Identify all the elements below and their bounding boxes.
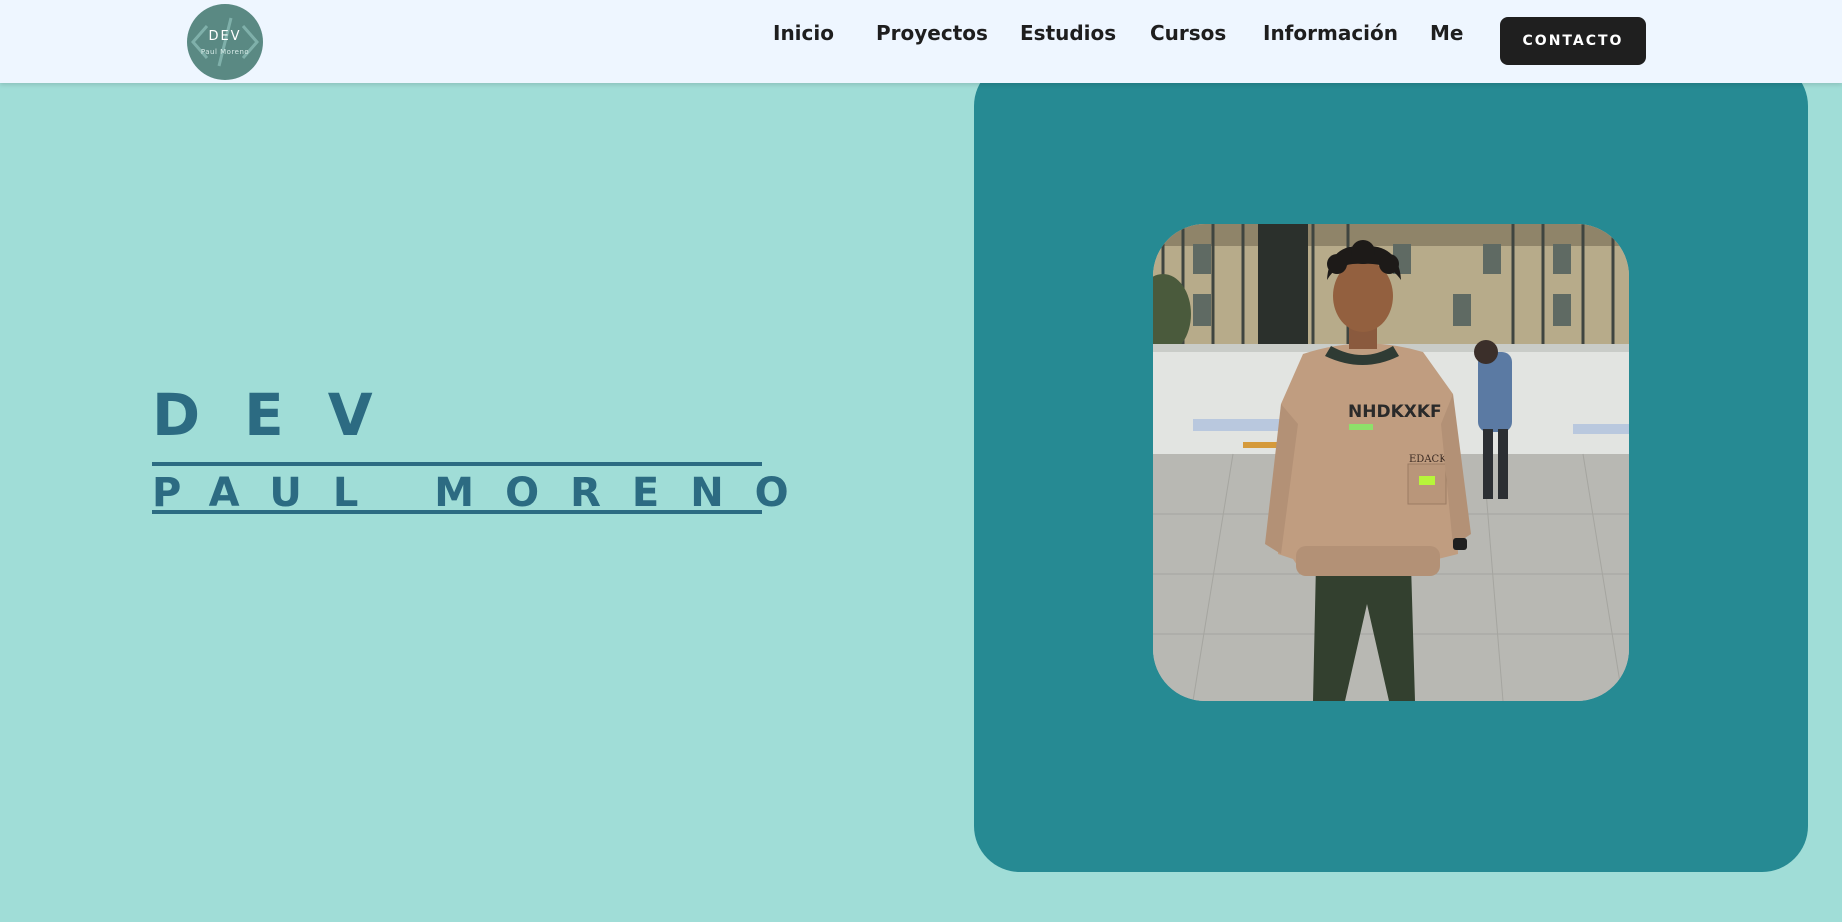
hero-name-underline <box>152 510 762 514</box>
navbar: DEV Paul Moreno Inicio Proyectos Estudio… <box>0 0 1842 83</box>
profile-photo: NHDKXKF EDACKE <box>1153 224 1629 701</box>
hero-divider <box>152 462 762 466</box>
nav-link-estudios[interactable]: Estudios <box>1020 20 1116 46</box>
nav-link-inicio[interactable]: Inicio <box>773 20 834 46</box>
contact-button[interactable]: CONTACTO <box>1500 17 1646 65</box>
nav-link-cursos[interactable]: Cursos <box>1150 20 1226 46</box>
logo-subtitle: Paul Moreno <box>200 48 250 56</box>
sweater-text: NHDKXKF <box>1348 402 1442 422</box>
profile-photo-illustration: NHDKXKF EDACKE <box>1153 224 1629 701</box>
nav-link-informacion[interactable]: Información <box>1263 20 1398 46</box>
logo-title: DEV <box>208 29 242 44</box>
nav-link-me[interactable]: Me <box>1430 20 1463 46</box>
nav-link-proyectos[interactable]: Proyectos <box>876 20 988 46</box>
logo[interactable]: DEV Paul Moreno <box>187 4 263 80</box>
hero-title: DEV <box>152 381 417 449</box>
